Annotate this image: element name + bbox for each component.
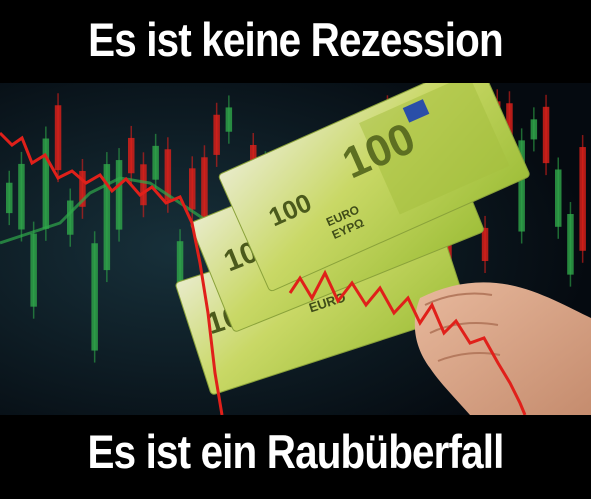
- stock-chart-photo: 100 EURO 100 EURO 100 100 EURO EYPΩ: [0, 83, 591, 415]
- candle-body: [225, 107, 233, 132]
- candle-body: [67, 200, 74, 235]
- candle-body: [140, 164, 147, 206]
- candle-body: [189, 168, 196, 210]
- candle-body: [128, 137, 135, 174]
- candle-body: [115, 160, 123, 230]
- candle-body: [152, 145, 159, 180]
- candle-body: [555, 169, 562, 227]
- candle-body: [42, 138, 50, 229]
- candle-body: [481, 227, 489, 262]
- candle-body: [30, 233, 37, 307]
- candle-body: [213, 114, 220, 155]
- candle-body: [6, 182, 13, 214]
- candle-body: [91, 243, 98, 351]
- candle-body: [18, 163, 25, 230]
- meme-image: Es ist keine Rezession EURO 100 100 100 …: [0, 0, 591, 499]
- candle-body: [579, 147, 586, 251]
- top-caption: Es ist keine Rezession: [88, 13, 504, 66]
- candle-body: [54, 105, 62, 171]
- bottom-caption: Es ist ein Raubüberfall: [87, 425, 505, 478]
- photo-panel: 100 EURO 100 EURO 100 100 EURO EYPΩ: [0, 83, 591, 415]
- candle-body: [176, 241, 184, 283]
- candle-body: [542, 106, 550, 164]
- candle-body: [567, 214, 574, 275]
- candle-body: [530, 119, 538, 140]
